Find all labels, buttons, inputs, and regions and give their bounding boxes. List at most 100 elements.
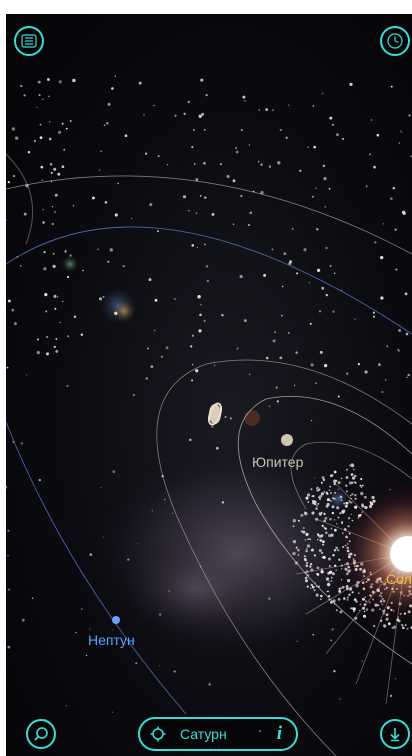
star (148, 278, 152, 282)
star (211, 425, 214, 428)
star (7, 299, 11, 303)
asteroid (292, 551, 296, 556)
jupiter-label[interactable]: Юпитер (252, 454, 303, 470)
asteroid (320, 594, 323, 598)
star (206, 279, 209, 282)
asteroid (327, 590, 330, 593)
star (40, 165, 44, 169)
star (192, 128, 195, 131)
time-button[interactable] (380, 26, 410, 56)
star (69, 254, 72, 257)
neptune-planet[interactable] (112, 616, 120, 624)
star (325, 246, 328, 250)
star (258, 109, 261, 111)
star (39, 136, 43, 139)
star (157, 155, 160, 158)
asteroid (318, 496, 320, 499)
asteroid (337, 488, 340, 490)
star (50, 180, 53, 183)
asteroid (323, 512, 326, 516)
saturn-planet[interactable] (207, 402, 224, 426)
asteroid (329, 485, 332, 488)
star (54, 211, 56, 213)
star (114, 75, 117, 77)
asteroid (320, 481, 323, 484)
star (315, 187, 317, 189)
asteroid (297, 554, 300, 556)
star (208, 683, 211, 686)
star (337, 395, 340, 398)
asteroid (309, 565, 312, 568)
jupiter-planet[interactable] (281, 434, 293, 446)
star (153, 104, 155, 107)
asteroid (326, 492, 329, 496)
sky-view[interactable]: Юпитер Нептун Сол Сатурн i (6, 14, 412, 756)
neptune-label[interactable]: Нептун (88, 632, 135, 648)
star (114, 213, 118, 217)
asteroid (305, 532, 309, 537)
star (288, 261, 292, 265)
star (377, 363, 381, 367)
star (57, 172, 61, 176)
star (65, 705, 67, 707)
asteroid (313, 554, 317, 557)
star (66, 275, 70, 279)
star (38, 94, 41, 97)
star (221, 501, 225, 504)
star (13, 322, 17, 326)
star (182, 195, 187, 199)
asteroid (306, 547, 308, 550)
asteroid (306, 585, 309, 588)
star (221, 314, 224, 317)
star (55, 349, 59, 353)
star (103, 124, 106, 127)
asteroid (303, 555, 306, 558)
search-icon (34, 727, 48, 741)
asteroid (340, 477, 343, 480)
asteroid (333, 491, 337, 494)
solar-system-map[interactable] (6, 14, 412, 756)
asteroid (337, 598, 341, 601)
star (193, 163, 196, 165)
star (281, 285, 284, 288)
star (331, 123, 334, 126)
asteroid (306, 544, 311, 548)
star (232, 223, 235, 225)
star (62, 300, 64, 303)
sun-label[interactable]: Сол (386, 571, 412, 587)
star (199, 195, 202, 197)
star (48, 95, 50, 98)
search-button[interactable] (26, 719, 56, 749)
asteroid (359, 484, 362, 487)
asteroid (292, 540, 297, 544)
menu-button[interactable] (14, 26, 44, 56)
star (408, 114, 411, 117)
sun-label-text: Сол (386, 571, 412, 587)
star (7, 529, 10, 532)
star (52, 252, 55, 255)
asteroid (331, 505, 335, 509)
star (325, 293, 329, 297)
star (44, 292, 48, 297)
star (398, 142, 401, 144)
menu-icon (21, 34, 37, 48)
download-button[interactable] (380, 719, 410, 749)
asteroid (332, 599, 336, 603)
star (265, 108, 268, 111)
asteroid (304, 576, 308, 580)
star (201, 112, 205, 116)
star (20, 84, 23, 88)
star (54, 307, 57, 310)
selected-object-pill[interactable]: Сатурн i (138, 717, 298, 751)
star (288, 104, 290, 106)
star (310, 419, 313, 422)
star (63, 148, 66, 151)
star (249, 211, 253, 215)
star (48, 121, 51, 123)
asteroid (350, 463, 354, 467)
asteroid (353, 474, 357, 478)
asteroid (317, 538, 319, 541)
info-icon[interactable]: i (277, 723, 286, 745)
star (204, 243, 206, 246)
selected-object-name: Сатурн (180, 726, 227, 742)
